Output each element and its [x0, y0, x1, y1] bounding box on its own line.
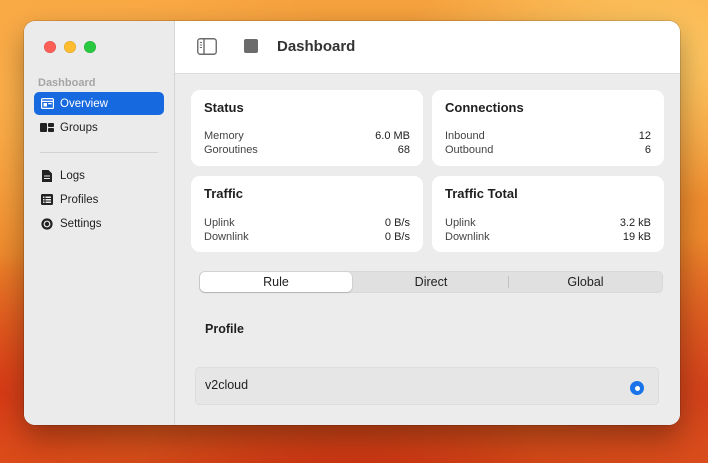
status-card: Status Memory 6.0 MB Goroutines 68 [191, 90, 423, 166]
zoom-window-button[interactable] [84, 41, 96, 53]
sidebar-item-label: Logs [60, 169, 85, 182]
stat-row: Inbound 12 [445, 130, 651, 142]
profile-heading: Profile [205, 322, 244, 336]
stat-row: Memory 6.0 MB [204, 130, 410, 142]
stat-row: Uplink 3.2 kB [445, 217, 651, 229]
traffic-total-card: Traffic Total Uplink 3.2 kB Downlink 19 … [432, 176, 664, 252]
sidebar-toggle-icon[interactable] [197, 38, 217, 55]
stat-row: Downlink 0 B/s [204, 231, 410, 243]
card-title: Traffic Total [445, 186, 518, 201]
mode-direct-button[interactable]: Direct [354, 272, 508, 292]
stat-value: 0 B/s [384, 231, 410, 243]
card-title: Status [204, 100, 244, 115]
overview-icon [40, 97, 54, 111]
traffic-card: Traffic Uplink 0 B/s Downlink 0 B/s [191, 176, 423, 252]
sidebar: Dashboard Overview Groups Logs Profiles [24, 21, 175, 425]
mode-segmented-control: Rule Direct Global [199, 271, 663, 293]
sidebar-item-label: Settings [60, 217, 102, 230]
stat-label: Memory [204, 130, 244, 142]
app-window: Dashboard Overview Groups Logs Profiles [24, 21, 680, 425]
gear-icon [40, 217, 54, 231]
sidebar-item-logs[interactable]: Logs [34, 164, 164, 187]
page-title: Dashboard [277, 38, 356, 55]
stat-label: Downlink [204, 231, 249, 243]
profile-radio-button[interactable] [630, 381, 644, 395]
stat-label: Inbound [445, 130, 485, 142]
stat-value: 0 B/s [384, 217, 410, 229]
stat-row: Goroutines 68 [204, 144, 410, 156]
toolbar: Dashboard [175, 21, 680, 74]
profile-list-item[interactable]: v2cloud [195, 367, 659, 405]
mode-rule-button[interactable]: Rule [200, 272, 352, 292]
close-window-button[interactable] [44, 41, 56, 53]
minimize-window-button[interactable] [64, 41, 76, 53]
stat-value: 12 [638, 130, 651, 142]
sidebar-item-label: Profiles [60, 193, 99, 206]
stat-label: Downlink [445, 231, 490, 243]
card-title: Connections [445, 100, 524, 115]
dashboard-content: Status Memory 6.0 MB Goroutines 68 Conne… [175, 74, 680, 425]
sidebar-item-overview[interactable]: Overview [34, 92, 164, 115]
card-title: Traffic [204, 186, 244, 201]
stat-label: Uplink [445, 217, 476, 229]
stat-label: Goroutines [204, 144, 258, 156]
stat-value: 6.0 MB [375, 130, 410, 142]
document-icon [40, 169, 54, 183]
radio-dot [634, 385, 640, 391]
stat-row: Uplink 0 B/s [204, 217, 410, 229]
sidebar-item-profiles[interactable]: Profiles [34, 188, 164, 211]
sidebar-item-label: Overview [60, 97, 108, 110]
stat-row: Outbound 6 [445, 144, 651, 156]
sidebar-item-settings[interactable]: Settings [34, 212, 164, 235]
sidebar-section-header: Dashboard [38, 77, 96, 89]
stat-value: 3.2 kB [619, 217, 651, 229]
stat-value: 19 kB [622, 231, 651, 243]
connections-card: Connections Inbound 12 Outbound 6 [432, 90, 664, 166]
profile-name: v2cloud [205, 378, 249, 392]
stop-icon[interactable] [244, 39, 258, 53]
stat-label: Uplink [204, 217, 235, 229]
stat-value: 68 [397, 144, 410, 156]
stat-label: Outbound [445, 144, 494, 156]
sidebar-item-groups[interactable]: Groups [34, 116, 164, 139]
stat-value: 6 [644, 144, 651, 156]
stat-row: Downlink 19 kB [445, 231, 651, 243]
list-icon [40, 193, 54, 207]
sidebar-item-label: Groups [60, 121, 98, 134]
mode-global-button[interactable]: Global [509, 272, 662, 292]
sidebar-divider [40, 152, 158, 153]
groups-icon [40, 121, 54, 135]
